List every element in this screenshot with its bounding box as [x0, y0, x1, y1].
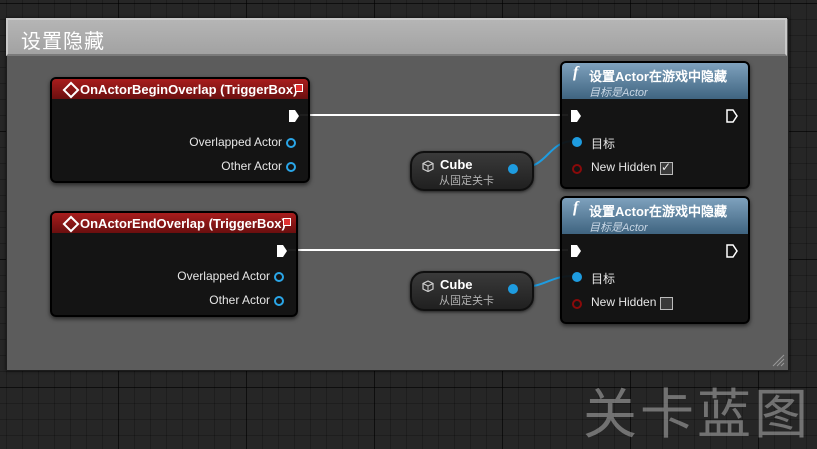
overlapped-actor-pin[interactable]: [274, 272, 284, 282]
event-title: OnActorBeginOverlap (TriggerBox): [80, 82, 298, 97]
event-node-begin-overlap[interactable]: OnActorBeginOverlap (TriggerBox) Overlap…: [50, 77, 310, 183]
exec-in-pin-icon[interactable]: [570, 109, 582, 123]
var-subtitle: 从固定关卡: [439, 174, 494, 187]
new-hidden-label: New Hidden: [591, 160, 657, 174]
function-title: 设置Actor在游戏中隐藏: [589, 204, 727, 219]
new-hidden-checkbox[interactable]: [660, 297, 673, 310]
cube-output-pin[interactable]: [508, 164, 518, 174]
other-actor-pin[interactable]: [286, 162, 296, 172]
var-name: Cube: [440, 157, 473, 172]
var-subtitle: 从固定关卡: [439, 294, 494, 307]
function-subtitle: 目标是Actor: [589, 87, 648, 99]
function-f-icon: f: [573, 64, 579, 81]
other-actor-pin[interactable]: [274, 296, 284, 306]
pin-label-overlapped-actor: Overlapped Actor: [189, 135, 282, 149]
pin-label-overlapped-actor: Overlapped Actor: [177, 269, 270, 283]
cube-object-icon: [422, 280, 434, 292]
overlapped-actor-pin[interactable]: [286, 138, 296, 148]
set-hidden-node-2[interactable]: f 设置Actor在游戏中隐藏 目标是Actor 目标 New Hidden: [560, 196, 750, 324]
exec-out-pin-icon[interactable]: [288, 109, 300, 123]
exec-out-pin-icon[interactable]: [726, 244, 738, 258]
pin-label-other-actor: Other Actor: [209, 293, 270, 307]
cube-object-icon: [422, 160, 434, 172]
function-title: 设置Actor在游戏中隐藏: [589, 69, 727, 84]
new-hidden-label: New Hidden: [591, 295, 657, 309]
new-hidden-checkbox[interactable]: ✓: [660, 160, 673, 175]
new-hidden-pin[interactable]: [572, 299, 582, 309]
exec-in-pin-icon[interactable]: [570, 244, 582, 258]
function-f-icon: f: [573, 199, 579, 216]
target-label: 目标: [591, 272, 616, 286]
delegate-pin-icon[interactable]: [283, 218, 291, 226]
exec-out-pin-icon[interactable]: [726, 109, 738, 123]
target-pin[interactable]: [572, 272, 582, 282]
pin-label-other-actor: Other Actor: [221, 159, 282, 173]
event-title: OnActorEndOverlap (TriggerBox): [80, 216, 286, 231]
target-label: 目标: [591, 137, 616, 151]
checkmark-icon: ✓: [661, 160, 672, 174]
set-hidden-node-1[interactable]: f 设置Actor在游戏中隐藏 目标是Actor 目标 New Hidden ✓: [560, 61, 750, 189]
cube-reference-node-1[interactable]: Cube 从固定关卡: [410, 151, 534, 191]
target-pin[interactable]: [572, 137, 582, 147]
cube-output-pin[interactable]: [508, 284, 518, 294]
exec-out-pin-icon[interactable]: [276, 244, 288, 258]
delegate-pin-icon[interactable]: [295, 84, 303, 92]
new-hidden-pin[interactable]: [572, 164, 582, 174]
watermark-text: 关卡蓝图: [583, 383, 811, 446]
function-subtitle: 目标是Actor: [589, 222, 648, 234]
var-name: Cube: [440, 277, 473, 292]
event-node-end-overlap[interactable]: OnActorEndOverlap (TriggerBox) Overlappe…: [50, 211, 298, 317]
cube-reference-node-2[interactable]: Cube 从固定关卡: [410, 271, 534, 311]
